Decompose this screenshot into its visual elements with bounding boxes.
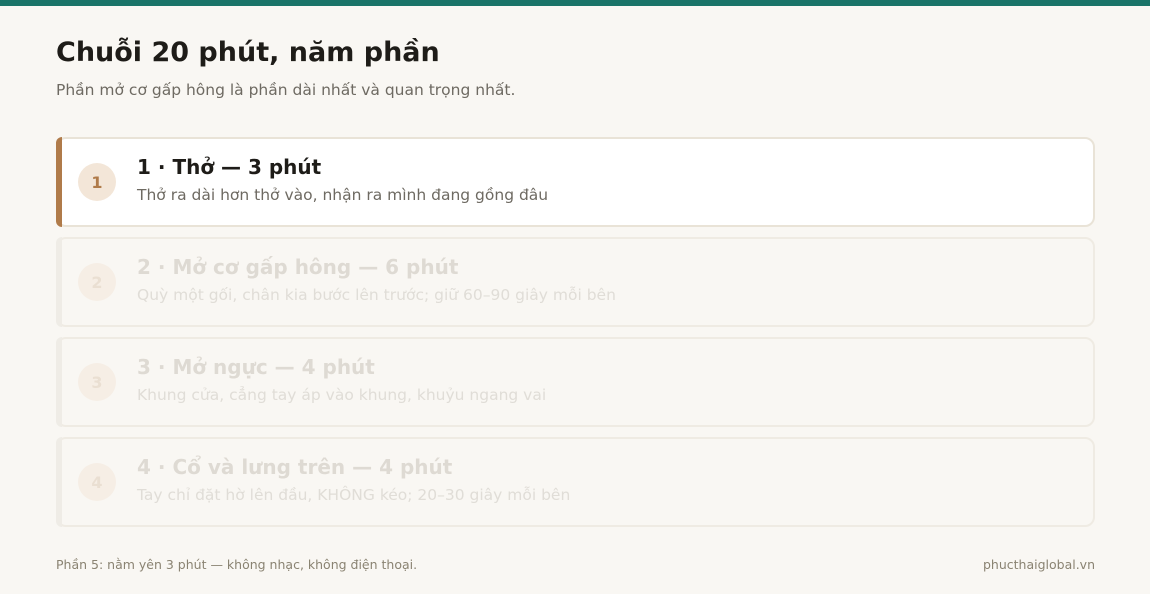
step-title: 3 · Mở ngực — 4 phút bbox=[137, 355, 375, 379]
step-title: 2 · Mở cơ gấp hông — 6 phút bbox=[137, 255, 459, 279]
step-text: 4 · Cổ và lưng trên — 4 phút Tay chỉ đặt… bbox=[137, 453, 1073, 505]
step-number-badge: 2 bbox=[78, 263, 116, 301]
footer-site: phucthaiglobal.vn bbox=[982, 557, 1095, 572]
step-text: 3 · Mở ngực — 4 phút Khung cửa, cẳng tay… bbox=[137, 353, 1073, 405]
step-number-badge: 3 bbox=[78, 363, 116, 401]
step-title: 4 · Cổ và lưng trên — 4 phút bbox=[137, 455, 453, 479]
step-description: Quỳ một gối, chân kia bước lên trước; gi… bbox=[137, 286, 616, 304]
step-accent-bar bbox=[56, 337, 62, 427]
step-description: Thở ra dài hơn thở vào, nhận ra mình đan… bbox=[137, 186, 549, 204]
step-description: Tay chỉ đặt hờ lên đầu, KHÔNG kéo; 20–30… bbox=[137, 486, 571, 504]
step-accent-bar bbox=[56, 237, 62, 327]
step-card-2[interactable]: 2 2 · Mở cơ gấp hông — 6 phút Quỳ một gố… bbox=[56, 237, 1095, 327]
step-number-badge: 1 bbox=[78, 163, 116, 201]
step-title: 1 · Thở — 3 phút bbox=[137, 155, 322, 179]
step-number-badge: 4 bbox=[78, 463, 116, 501]
step-card-1[interactable]: 1 1 · Thở — 3 phút Thở ra dài hơn thở và… bbox=[56, 137, 1095, 227]
step-card-4[interactable]: 4 4 · Cổ và lưng trên — 4 phút Tay chỉ đ… bbox=[56, 437, 1095, 527]
step-accent-bar bbox=[56, 137, 62, 227]
header: Chuỗi 20 phút, năm phần Phần mở cơ gấp h… bbox=[56, 36, 1096, 100]
step-text: 2 · Mở cơ gấp hông — 6 phút Quỳ một gối,… bbox=[137, 253, 1073, 305]
page-title: Chuỗi 20 phút, năm phần bbox=[56, 37, 440, 68]
step-text: 1 · Thở — 3 phút Thở ra dài hơn thở vào,… bbox=[137, 153, 1073, 205]
top-accent-bar bbox=[0, 0, 1150, 6]
step-accent-bar bbox=[56, 437, 62, 527]
step-description: Khung cửa, cẳng tay áp vào khung, khuỷu … bbox=[137, 386, 547, 404]
step-list: 1 1 · Thở — 3 phút Thở ra dài hơn thở và… bbox=[56, 137, 1095, 537]
page-subtitle: Phần mở cơ gấp hông là phần dài nhất và … bbox=[56, 81, 516, 99]
step-card-3[interactable]: 3 3 · Mở ngực — 4 phút Khung cửa, cẳng t… bbox=[56, 337, 1095, 427]
footer: Phần 5: nằm yên 3 phút — không nhạc, khô… bbox=[56, 557, 1095, 572]
footer-note: Phần 5: nằm yên 3 phút — không nhạc, khô… bbox=[56, 557, 418, 572]
